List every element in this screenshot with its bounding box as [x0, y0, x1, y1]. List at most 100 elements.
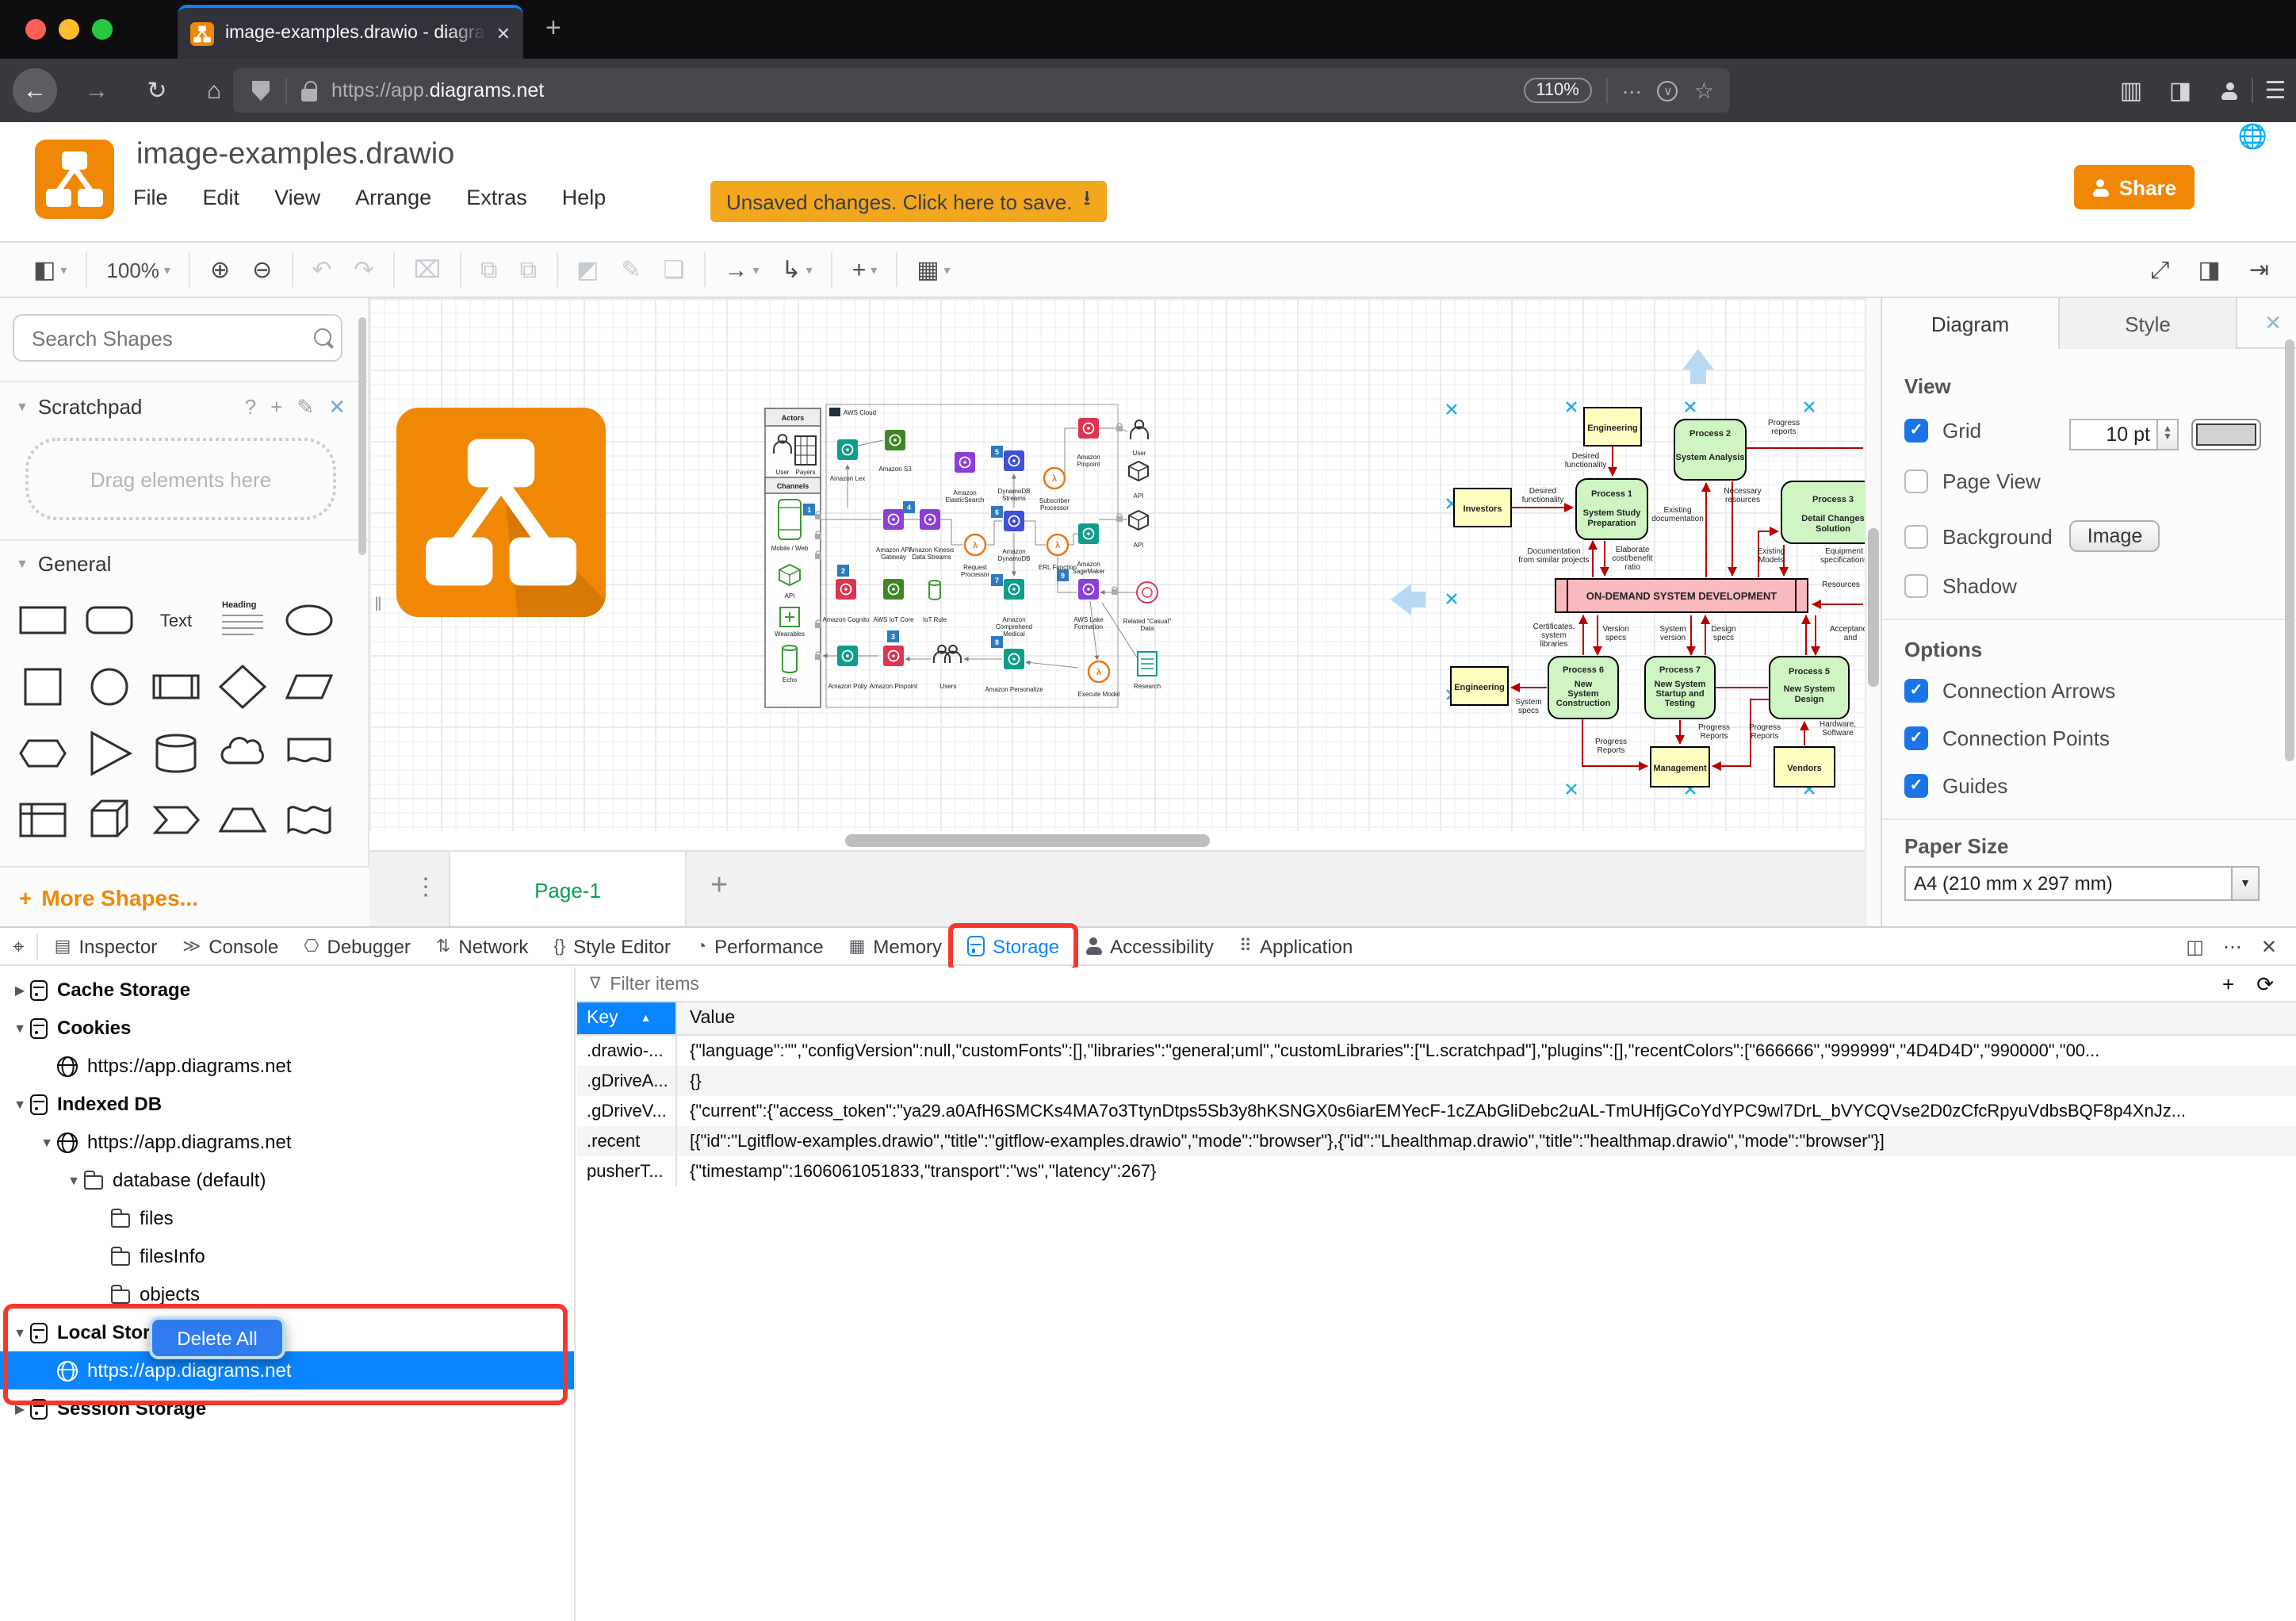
- refresh-icon[interactable]: ⟳: [2256, 971, 2274, 997]
- scratchpad-header[interactable]: ▼Scratchpad: [16, 395, 142, 419]
- aws-architecture-diagram[interactable]: ActorsChannelsUserPayersMobile / WebAPIW…: [758, 398, 1376, 731]
- shape-diamond[interactable]: [209, 653, 276, 720]
- tree-item-https-app-diagrams-net[interactable]: https://app.diagrams.net: [0, 1047, 574, 1085]
- tree-item-filesinfo[interactable]: filesInfo: [0, 1237, 574, 1275]
- tab-style[interactable]: Style: [2060, 298, 2237, 349]
- add-page-button[interactable]: +: [710, 869, 728, 904]
- add-item-icon[interactable]: +: [2222, 971, 2234, 997]
- disclosure-triangle[interactable]: ▶: [10, 1401, 30, 1416]
- grid-checkbox-row[interactable]: ✓Grid: [1904, 419, 1981, 443]
- tree-item-database-default-[interactable]: ▼database (default): [0, 1161, 574, 1199]
- grid-color-swatch[interactable]: [2191, 419, 2261, 450]
- shape-parallelogram[interactable]: [276, 653, 342, 720]
- shape-rect[interactable]: [10, 587, 76, 653]
- menu-edit[interactable]: Edit: [203, 186, 240, 209]
- collapse-handle[interactable]: ‖: [374, 593, 382, 615]
- devtools-tab-console[interactable]: ≫Console: [170, 927, 291, 965]
- menu-extras[interactable]: Extras: [466, 186, 527, 209]
- pages-menu-icon[interactable]: ⋮: [414, 872, 438, 901]
- sidebar-scrollbar[interactable]: [358, 317, 366, 555]
- guides-row[interactable]: ✓Guides: [1904, 774, 2007, 798]
- to-front-button[interactable]: ⧉: [469, 249, 508, 290]
- devtools-tab-performance[interactable]: ◔Performance: [683, 927, 836, 965]
- menu-help[interactable]: Help: [562, 186, 607, 209]
- format-panel-icon[interactable]: ◨: [2187, 249, 2231, 290]
- shape-rrect[interactable]: [76, 587, 143, 653]
- canvas-drawio-logo-shape[interactable]: [396, 408, 606, 617]
- general-section-header[interactable]: ▼General: [16, 552, 111, 576]
- menu-file[interactable]: File: [133, 186, 168, 209]
- canvas-vscrollbar[interactable]: [1865, 298, 1881, 926]
- key-column-header[interactable]: Key▲: [577, 1002, 675, 1034]
- language-globe-icon[interactable]: 🌐: [2238, 122, 2267, 151]
- unsaved-changes-banner[interactable]: Unsaved changes. Click here to save.⭳: [710, 181, 1107, 222]
- pick-element-icon[interactable]: ⌖: [0, 933, 37, 959]
- scratchpad-add-icon[interactable]: +: [270, 395, 282, 420]
- menu-view[interactable]: View: [274, 186, 320, 209]
- tree-item-cookies[interactable]: ▼Cookies: [0, 1009, 574, 1047]
- extend-canvas-arrow-up[interactable]: [1682, 349, 1714, 370]
- home-button[interactable]: ⌂: [193, 59, 235, 122]
- tree-item-cache-storage[interactable]: ▶Cache Storage: [0, 971, 574, 1009]
- devtools-tab-memory[interactable]: ▦Memory: [836, 927, 955, 965]
- connection-arrows-row[interactable]: ✓Connection Arrows: [1904, 679, 2115, 703]
- scratchpad-dropzone[interactable]: Drag elements here: [25, 438, 336, 520]
- tree-item-session-storage[interactable]: ▶Session Storage: [0, 1389, 574, 1427]
- account-icon[interactable]: [2212, 59, 2247, 122]
- tree-item-https-app-diagrams-net[interactable]: ▼https://app.diagrams.net: [0, 1123, 574, 1161]
- close-window-button[interactable]: [25, 19, 46, 40]
- shadow-row[interactable]: Shadow: [1904, 574, 2017, 598]
- connection-points-row[interactable]: ✓Connection Points: [1904, 726, 2110, 750]
- shape-hexagon[interactable]: [10, 720, 76, 787]
- shadow-button[interactable]: ❏: [652, 249, 696, 290]
- undo-button[interactable]: ↶: [300, 249, 342, 290]
- zoom-in-button[interactable]: ⊕: [199, 249, 241, 290]
- scratchpad-close-icon[interactable]: ✕: [328, 395, 346, 420]
- search-input[interactable]: [29, 324, 314, 351]
- close-devtools-icon[interactable]: ✕: [2261, 935, 2277, 957]
- insert-button[interactable]: +▾: [841, 249, 889, 290]
- menu-hamburger-icon[interactable]: ☰: [2258, 59, 2293, 122]
- devtools-tab-network[interactable]: ⇅Network: [423, 927, 541, 965]
- table-button[interactable]: ▦▾: [905, 249, 961, 290]
- background-row[interactable]: Background Image: [1904, 520, 2160, 552]
- browser-tab[interactable]: image-examples.drawio - diagra ✕: [178, 5, 523, 59]
- value-column-header[interactable]: Value: [675, 1002, 2296, 1034]
- menu-arrange[interactable]: Arrange: [355, 186, 431, 209]
- canvas-hscrollbar[interactable]: [369, 831, 1865, 850]
- shape-triangle[interactable]: [76, 720, 143, 787]
- back-button[interactable]: ←: [13, 68, 57, 113]
- search-shapes-box[interactable]: [13, 314, 342, 362]
- panel-scrollbar[interactable]: [2285, 339, 2294, 761]
- lock-icon[interactable]: [301, 88, 317, 101]
- tab-diagram[interactable]: Diagram: [1882, 298, 2060, 349]
- paper-size-select[interactable]: A4 (210 mm x 297 mm)▼: [1904, 866, 2260, 901]
- line-color-button[interactable]: ✎: [610, 249, 652, 290]
- filter-items-bar[interactable]: ∇ Filter items + ⟳: [577, 968, 2296, 1002]
- storage-row-drawio[interactable]: .drawio-...{"language":"","configVersion…: [577, 1036, 2296, 1066]
- more-shapes-button[interactable]: +More Shapes...: [0, 866, 369, 926]
- storage-row-gDriveV[interactable]: .gDriveV...{"current":{"access_token":"y…: [577, 1096, 2296, 1126]
- zoom-indicator[interactable]: 110%: [1523, 78, 1592, 103]
- shape-heading[interactable]: Heading: [209, 587, 276, 653]
- shape-circle[interactable]: [76, 653, 143, 720]
- disclosure-triangle[interactable]: ▼: [10, 1021, 30, 1035]
- grid-size-control[interactable]: 10 pt ▲▼: [2069, 419, 2261, 450]
- view-toggle-button[interactable]: ◧▾: [22, 249, 78, 290]
- disclosure-triangle[interactable]: ▼: [10, 1097, 30, 1111]
- storage-row-pusherT[interactable]: pusherT...{"timestamp":1606061051833,"tr…: [577, 1156, 2296, 1186]
- devtools-tab-application[interactable]: ⠿Application: [1226, 927, 1366, 965]
- redo-button[interactable]: ↷: [342, 249, 385, 290]
- connection-button[interactable]: →▾: [713, 249, 770, 290]
- tree-item-objects[interactable]: objects: [0, 1275, 574, 1313]
- disclosure-triangle[interactable]: ▼: [10, 1325, 30, 1339]
- tree-item-indexed-db[interactable]: ▼Indexed DB: [0, 1085, 574, 1123]
- bookmark-star-icon[interactable]: ☆: [1694, 77, 1714, 104]
- devtools-tab-storage[interactable]: Storage: [955, 927, 1072, 965]
- new-tab-button[interactable]: +: [545, 13, 561, 44]
- devtools-tab-inspector[interactable]: ▤Inspector: [42, 927, 170, 965]
- disclosure-triangle[interactable]: ▼: [63, 1173, 84, 1187]
- shape-trapezoid[interactable]: [209, 787, 276, 853]
- close-panel-icon[interactable]: ✕: [2264, 310, 2282, 335]
- devtools-tab-debugger[interactable]: ⎔Debugger: [291, 927, 423, 965]
